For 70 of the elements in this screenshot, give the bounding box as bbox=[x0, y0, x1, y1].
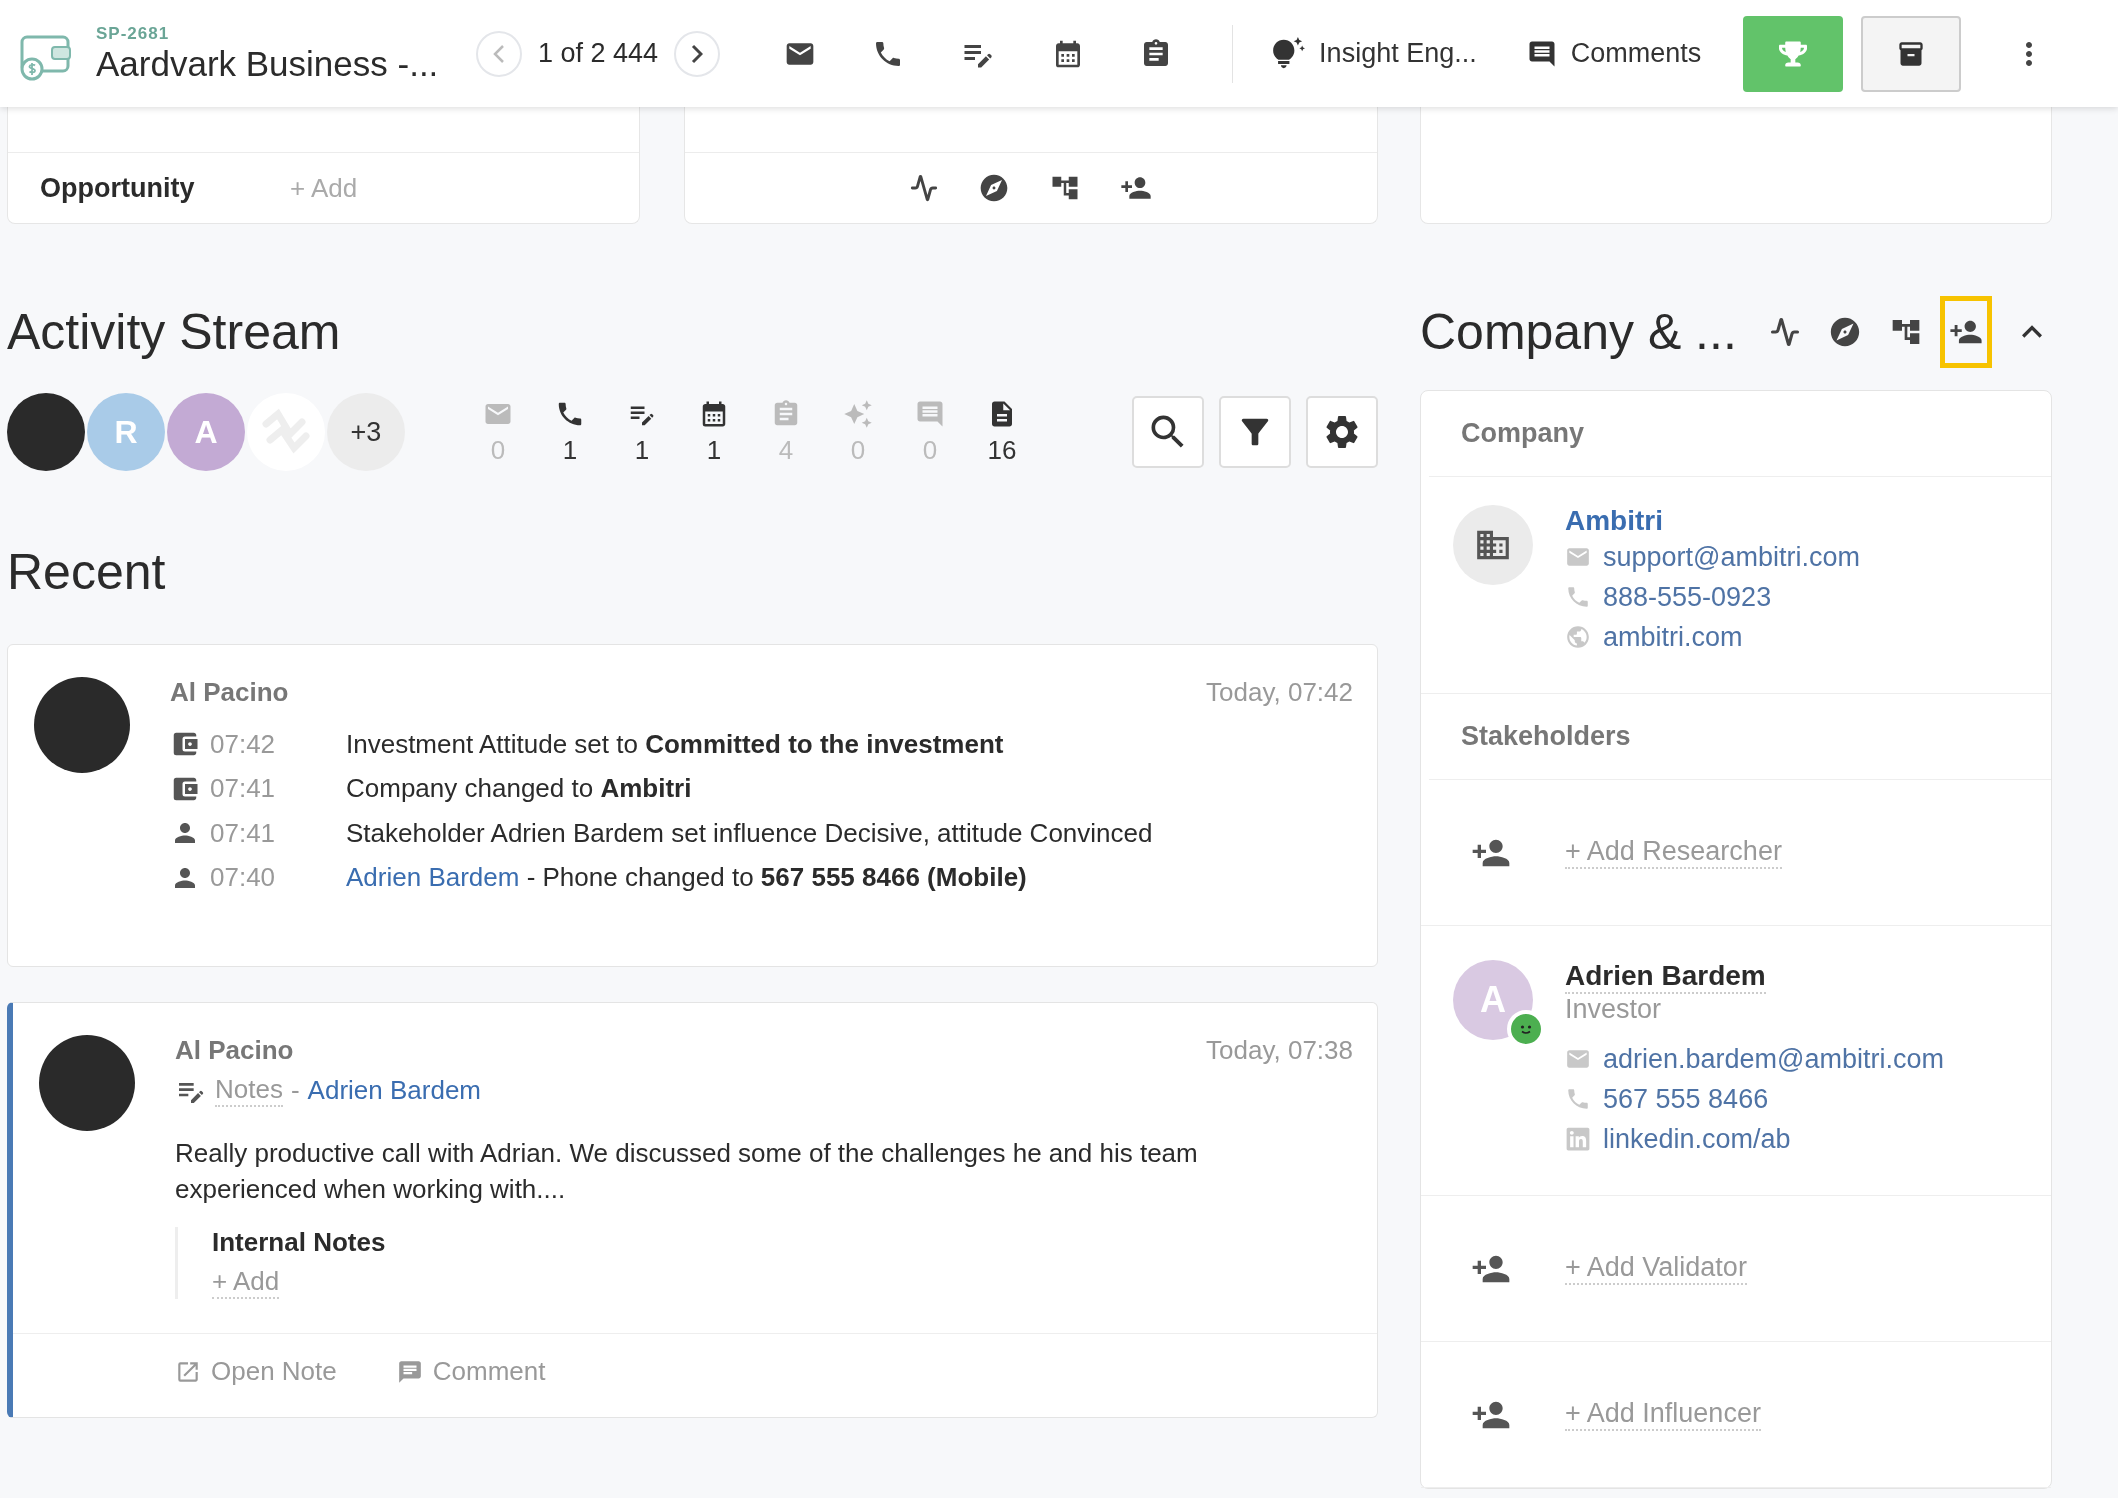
note-body: Really productive call with Adrian. We discussed some of the challenges he and his team experienced when working with.... bbox=[175, 1137, 1199, 1206]
internal-notes-title: Internal Notes bbox=[212, 1227, 386, 1258]
record-id: SP-2681 bbox=[96, 23, 171, 44]
stakeholder-role: Investor bbox=[1565, 994, 1663, 1025]
add-stakeholder-link[interactable]: + Add Validator bbox=[1565, 1252, 1747, 1285]
change-time: 07:40 bbox=[210, 862, 277, 894]
count-text: 1 bbox=[634, 434, 650, 466]
insight-button[interactable]: Insight Eng... bbox=[1271, 36, 1477, 71]
change-time: 07:41 bbox=[210, 773, 277, 805]
search-button[interactable] bbox=[1132, 396, 1204, 468]
filter-button[interactable] bbox=[1219, 396, 1291, 468]
section-title: Activity Stream bbox=[7, 303, 341, 361]
company-name[interactable]: Ambitri bbox=[1565, 505, 1860, 537]
section-heading: Stakeholders bbox=[1429, 694, 2051, 780]
change-text: Company changed to Ambitri bbox=[346, 773, 692, 805]
section-heading: Company bbox=[1429, 391, 2051, 477]
panel-title: Company & ... bbox=[1420, 303, 1737, 361]
archive-icon bbox=[1897, 39, 1926, 68]
count-text: 1 bbox=[562, 434, 578, 466]
separator-text: - bbox=[290, 1075, 300, 1106]
contact-link[interactable]: ambitri.com bbox=[1603, 621, 1743, 653]
add-stakeholder-link[interactable]: + Add Influencer bbox=[1565, 1398, 1761, 1431]
author-name: Al Pacino bbox=[170, 677, 289, 708]
count-text: 0 bbox=[850, 434, 866, 466]
archive-button[interactable] bbox=[1861, 15, 1962, 92]
stakeholder-name[interactable]: Adrien Bardem bbox=[1565, 960, 1766, 994]
field-label: Opportunity bbox=[40, 172, 196, 204]
lightbulb-icon bbox=[1271, 36, 1306, 71]
change-text: Investment Attitude set to Committed to the investment bbox=[346, 728, 1004, 760]
count-text: 0 bbox=[922, 434, 938, 466]
pulse-icon[interactable] bbox=[910, 174, 938, 202]
add-link[interactable]: + Add bbox=[212, 1266, 280, 1299]
pager-text: 1 of 2 444 bbox=[538, 38, 659, 69]
section-title: Recent bbox=[7, 543, 166, 601]
change-text: - Phone changed to 567 555 8466 (Mobile) bbox=[525, 862, 1027, 894]
comments-button[interactable]: Comments bbox=[1526, 38, 1702, 69]
change-time: 07:41 bbox=[210, 817, 277, 849]
count-text: 1 bbox=[706, 434, 722, 466]
trophy-icon bbox=[1779, 39, 1808, 68]
change-time: 07:42 bbox=[210, 728, 277, 760]
contact-link[interactable]: 567 555 8466 bbox=[1603, 1083, 1769, 1115]
phone-icon bbox=[1565, 584, 1591, 610]
change-text: Stakeholder Adrien Bardem set influence Decisive, attitude Convinced bbox=[346, 817, 1153, 849]
globe-icon bbox=[1565, 624, 1591, 650]
settings-button[interactable] bbox=[1306, 396, 1378, 468]
chevron-left-icon bbox=[493, 43, 505, 64]
person-link[interactable]: Adrien Bardem bbox=[307, 1075, 481, 1106]
add-stakeholder-link[interactable]: + Add Researcher bbox=[1565, 836, 1782, 869]
note-type[interactable]: Notes bbox=[215, 1074, 283, 1107]
timestamp: Today, 07:42 bbox=[1206, 677, 1353, 708]
person-link[interactable]: Adrien Bardem bbox=[346, 862, 520, 894]
linkedin-icon bbox=[1565, 1126, 1591, 1152]
chevron-right-icon bbox=[691, 43, 704, 64]
record-title: Aardvark Business -... bbox=[96, 43, 440, 84]
add-person-icon[interactable] bbox=[1939, 296, 1992, 368]
author-name: Al Pacino bbox=[175, 1035, 294, 1066]
comment-button[interactable]: Comment bbox=[396, 1356, 546, 1387]
timestamp: Today, 07:38 bbox=[1206, 1035, 1353, 1066]
compass-icon[interactable] bbox=[978, 172, 1010, 204]
count-text: 4 bbox=[778, 434, 794, 466]
contact-link[interactable]: adrien.bardem@ambitri.com bbox=[1603, 1043, 1945, 1075]
contact-link[interactable]: linkedin.com/ab bbox=[1603, 1123, 1791, 1155]
count-text: 16 bbox=[987, 434, 1017, 466]
contact-link[interactable]: 888-555-0923 bbox=[1603, 581, 1772, 613]
open-note-button[interactable]: Open Note bbox=[175, 1356, 337, 1387]
comment-icon bbox=[396, 1358, 423, 1385]
contact-link[interactable]: support@ambitri.com bbox=[1603, 541, 1860, 573]
phone-icon bbox=[1565, 1086, 1591, 1112]
more-participants[interactable]: +3 bbox=[327, 393, 405, 471]
count-text: 0 bbox=[490, 434, 506, 466]
